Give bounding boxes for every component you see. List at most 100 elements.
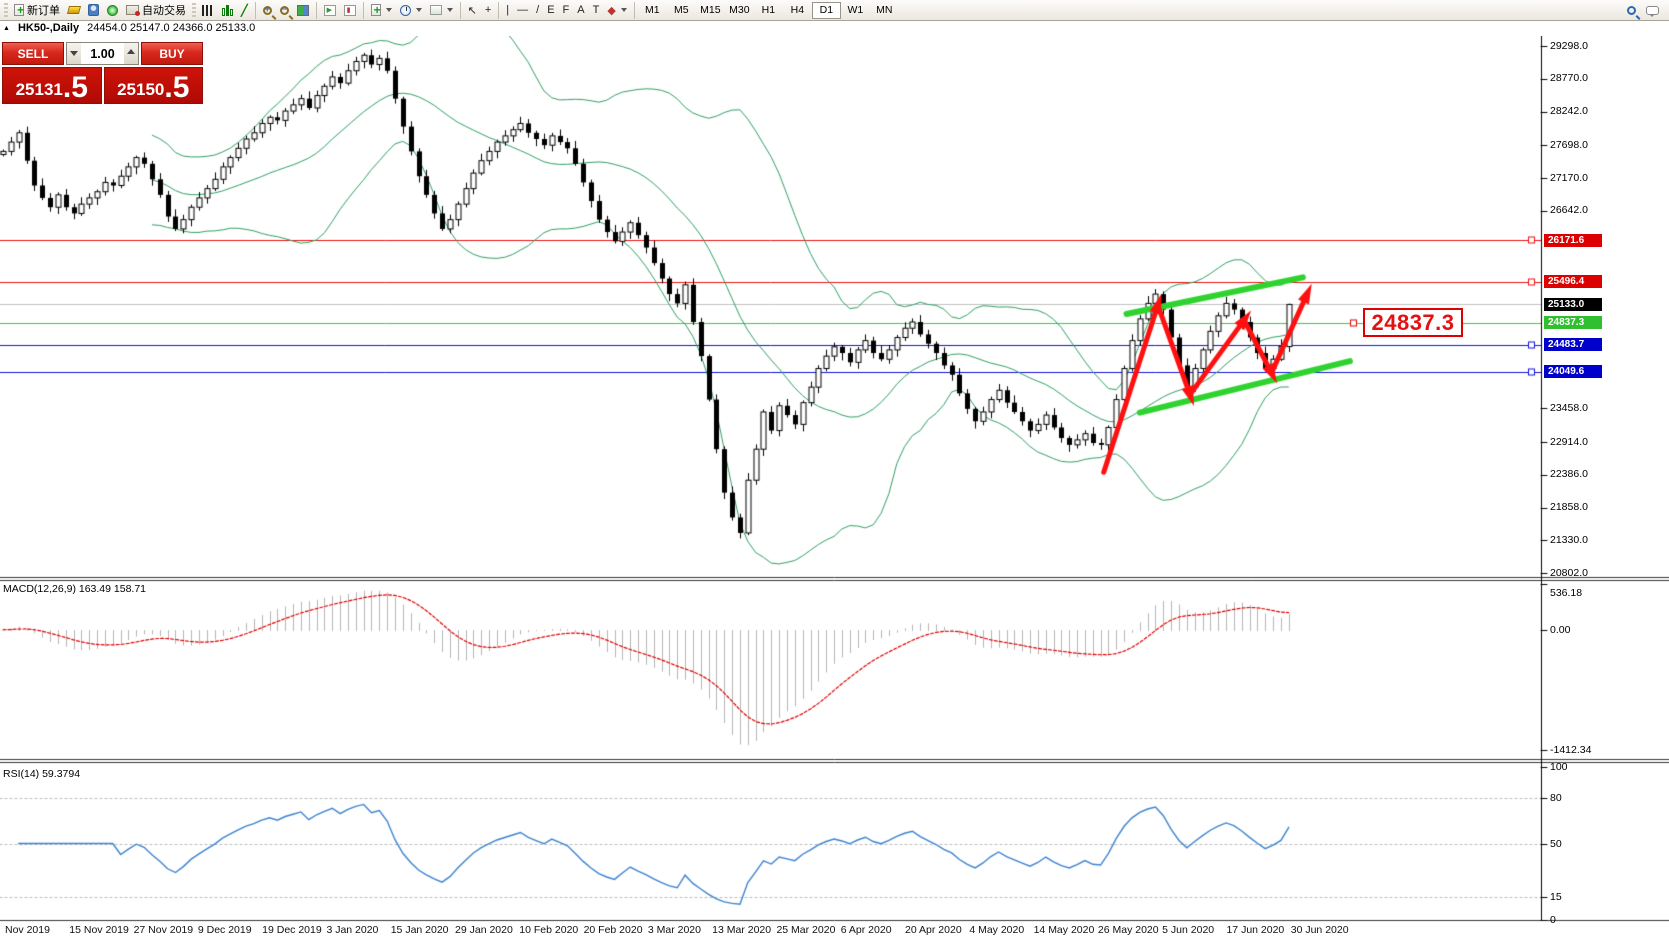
- buy-button[interactable]: BUY: [141, 42, 203, 65]
- main-chart-canvas[interactable]: [0, 36, 1669, 941]
- vertical-line-button[interactable]: |: [502, 1, 513, 20]
- price-axis-label: 21858.0: [1550, 501, 1588, 514]
- label-tool-icon: T: [593, 4, 600, 16]
- template-icon: [430, 5, 442, 15]
- trendline-button[interactable]: /: [532, 1, 543, 20]
- new-order-button[interactable]: 新订单: [10, 1, 64, 20]
- clock-icon: [400, 5, 411, 16]
- date-axis-label: 3 Jan 2020: [326, 924, 378, 936]
- rsi-scale-label: 100: [1550, 761, 1568, 774]
- timeframe-button-m30[interactable]: M30: [725, 2, 754, 19]
- price-axis-label: 23458.0: [1550, 402, 1588, 415]
- sell-price-display[interactable]: 25131 .5: [2, 67, 102, 104]
- buy-price-display[interactable]: 25150 .5: [104, 67, 204, 104]
- timeframe-button-h4[interactable]: H4: [783, 2, 812, 19]
- text-button[interactable]: A: [573, 1, 588, 20]
- tile-windows-button[interactable]: [293, 1, 313, 20]
- period-button[interactable]: [396, 1, 426, 20]
- volume-decrease-button[interactable]: [67, 43, 81, 64]
- price-callout[interactable]: 24837.3: [1363, 308, 1463, 337]
- chevron-down-icon: [416, 8, 422, 12]
- price-axis-label: 20802.0: [1550, 567, 1588, 580]
- crosshair-button[interactable]: +: [481, 1, 495, 20]
- date-axis-label: 17 Jun 2020: [1226, 924, 1284, 936]
- macd-indicator-label: MACD(12,26,9) 163.49 158.71: [3, 583, 146, 595]
- fibonacci-button[interactable]: F: [559, 1, 574, 20]
- market-watch-button[interactable]: [64, 1, 84, 20]
- toolbar-separator: [316, 2, 317, 19]
- rsi-scale-label: 0: [1550, 914, 1556, 927]
- price-axis-label: 28242.0: [1550, 105, 1588, 118]
- text-tool-icon: A: [577, 4, 584, 16]
- timeframe-button-d1[interactable]: D1: [812, 2, 841, 19]
- timeframe-button-m1[interactable]: M1: [638, 2, 667, 19]
- arrows-button[interactable]: ◆: [603, 1, 630, 20]
- chevron-down-icon: [621, 8, 627, 12]
- chart-shift-icon: [344, 5, 356, 16]
- toolbar-separator: [460, 2, 461, 19]
- data-window-button[interactable]: [84, 1, 103, 20]
- buy-price-frac: .5: [164, 73, 189, 102]
- rsi-scale-label: 50: [1550, 838, 1562, 851]
- horizontal-line-button[interactable]: —: [513, 1, 532, 20]
- sell-button[interactable]: SELL: [2, 42, 64, 65]
- cursor-icon: ↖: [468, 4, 477, 17]
- candlestick-chart-button[interactable]: [218, 1, 237, 20]
- price-axis-label: 27170.0: [1550, 172, 1588, 185]
- toolbar-separator: [363, 2, 364, 19]
- date-axis-label: 30 Jun 2020: [1291, 924, 1349, 936]
- signal-icon: [107, 5, 118, 16]
- chart-title: ▲ HK50-,Daily 24454.0 25147.0 24366.0 25…: [3, 22, 255, 34]
- one-click-trading-panel: SELL BUY 25131 .5 25150 .5: [2, 42, 203, 104]
- navigator-button[interactable]: [103, 1, 122, 20]
- current-price-label: 25133.0: [1544, 298, 1602, 311]
- line-chart-button[interactable]: ╱: [237, 1, 252, 20]
- timeframe-button-w1[interactable]: W1: [841, 2, 870, 19]
- autotrading-label: 自动交易: [142, 2, 186, 18]
- zoom-in-button[interactable]: +: [259, 1, 276, 20]
- price-line-label: 26171.6: [1544, 234, 1602, 247]
- date-axis-label: 26 May 2020: [1098, 924, 1159, 936]
- date-axis-label: Nov 2019: [5, 924, 50, 936]
- channel-button[interactable]: E: [543, 1, 558, 20]
- symbol-period-label: HK50-,Daily: [18, 22, 79, 34]
- cursor-button[interactable]: ↖: [464, 1, 481, 20]
- trendline-icon: /: [536, 4, 539, 16]
- toolbar-separator: [498, 2, 499, 19]
- ohlc-readout: 24454.0 25147.0 24366.0 25133.0: [87, 22, 255, 34]
- toolbar-grip: [4, 3, 8, 18]
- channel-icon: E: [547, 4, 554, 16]
- top-toolbar: 新订单 自动交易 ╱ + − ↖ + | — / E F A T ◆: [0, 0, 1669, 21]
- timeframe-button-m5[interactable]: M5: [667, 2, 696, 19]
- sell-price-main: 25131: [16, 78, 63, 102]
- volume-increase-button[interactable]: [124, 43, 138, 64]
- buy-price-main: 25150: [117, 78, 164, 102]
- fibonacci-icon: F: [563, 4, 570, 16]
- bar-chart-button[interactable]: [198, 1, 218, 20]
- toolbar-grip: [192, 3, 196, 18]
- template-button[interactable]: [426, 1, 457, 20]
- price-line-label: 24837.3: [1544, 316, 1602, 329]
- timeframe-button-h1[interactable]: H1: [754, 2, 783, 19]
- date-axis-label: 6 Apr 2020: [841, 924, 892, 936]
- timeframe-button-mn[interactable]: MN: [870, 2, 899, 19]
- search-icon[interactable]: [1627, 6, 1636, 15]
- chart-symbol-icon: ▲: [3, 25, 10, 32]
- new-chart-button[interactable]: [367, 1, 396, 20]
- price-axis-label: 29298.0: [1550, 40, 1588, 53]
- zoom-out-button[interactable]: −: [276, 1, 293, 20]
- label-button[interactable]: T: [589, 1, 604, 20]
- price-line-label: 25496.4: [1544, 275, 1602, 288]
- gold-icon: [67, 6, 81, 14]
- mt4-window: 新订单 自动交易 ╱ + − ↖ + | — / E F A T ◆: [0, 0, 1669, 941]
- timeframe-button-m15[interactable]: M15: [696, 2, 725, 19]
- autotrading-button[interactable]: 自动交易: [122, 1, 190, 20]
- bar-chart-icon: [202, 5, 214, 16]
- volume-input[interactable]: [81, 43, 124, 64]
- auto-arrange-button[interactable]: [320, 1, 340, 20]
- chart-shift-button[interactable]: [340, 1, 360, 20]
- date-axis-label: 19 Dec 2019: [262, 924, 322, 936]
- chat-icon[interactable]: [1646, 6, 1659, 15]
- date-axis-label: 9 Dec 2019: [198, 924, 252, 936]
- rsi-scale-label: 80: [1550, 792, 1562, 805]
